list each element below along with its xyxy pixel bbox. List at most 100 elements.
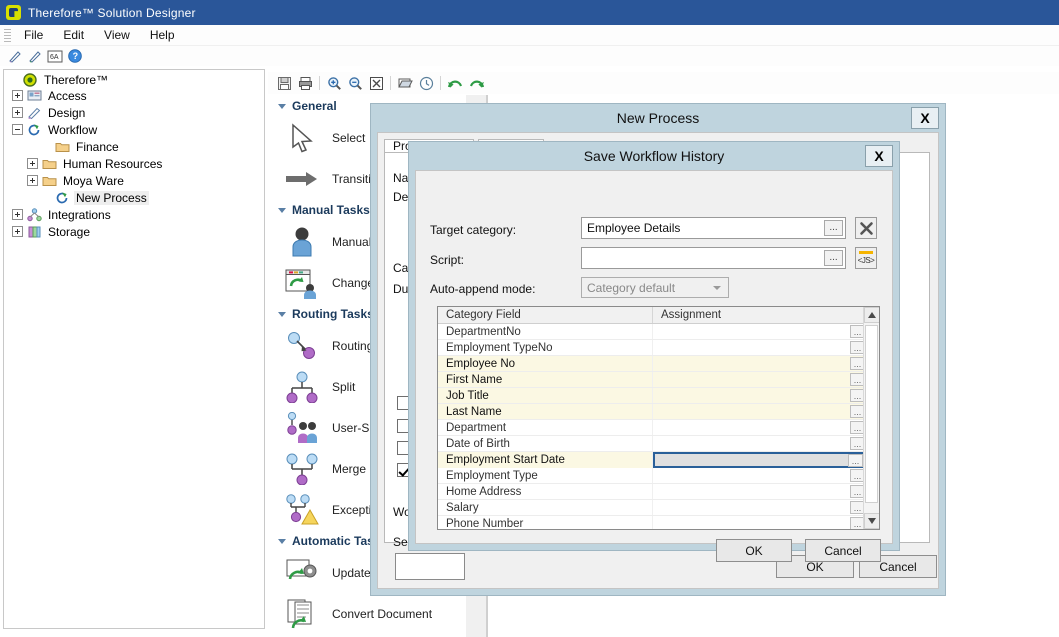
target-category-input[interactable]: Employee Details ... — [581, 217, 846, 239]
table-row[interactable]: First Name ... — [438, 372, 879, 388]
grid-cell-assignment[interactable]: ... — [653, 340, 879, 355]
grid-cell-assignment[interactable]: ... — [653, 324, 879, 339]
tree-item-design[interactable]: Design — [4, 104, 264, 121]
access-icon — [26, 88, 42, 103]
close-icon[interactable]: X — [865, 145, 893, 167]
table-row[interactable]: Employment TypeNo ... — [438, 340, 879, 356]
menu-edit[interactable]: Edit — [53, 26, 94, 44]
ocr-icon[interactable]: 6A — [46, 48, 64, 64]
zoom-out-icon[interactable] — [346, 75, 364, 91]
tree-item-storage[interactable]: Storage — [4, 223, 264, 240]
page-designer-icon[interactable] — [6, 48, 24, 64]
grid-scrollbar[interactable] — [863, 307, 879, 529]
grid-cell-assignment[interactable]: ... — [653, 500, 879, 515]
table-row[interactable]: Job Title ... — [438, 388, 879, 404]
tree-label: Access — [46, 89, 89, 103]
table-row[interactable]: Employment Type ... — [438, 468, 879, 484]
workflow-designer-icon[interactable] — [26, 48, 44, 64]
tree-label: Therefore™ — [42, 73, 110, 87]
expander-plus-icon[interactable] — [12, 209, 23, 220]
table-row[interactable]: Home Address ... — [438, 484, 879, 500]
scroll-thumb[interactable] — [865, 325, 878, 503]
table-row[interactable]: Employee No ... — [438, 356, 879, 372]
script-browse-button[interactable]: ... — [824, 250, 843, 266]
help-icon[interactable]: ? — [66, 48, 84, 64]
chevron-down-icon — [278, 312, 286, 317]
clock-icon[interactable] — [417, 75, 435, 91]
tree-item-access[interactable]: Access — [4, 87, 264, 104]
target-category-browse-button[interactable]: ... — [824, 220, 843, 236]
menu-grip-icon[interactable] — [4, 29, 11, 42]
table-row[interactable]: Department ... — [438, 420, 879, 436]
grid-cell-assignment[interactable]: ... — [653, 404, 879, 419]
navigation-tree[interactable]: Therefore™ Access Design Workflow Financ… — [3, 69, 265, 629]
print-icon[interactable] — [296, 75, 314, 91]
scroll-down-icon[interactable] — [864, 513, 880, 529]
grid-cell-field: Last Name — [438, 404, 653, 419]
redo-icon[interactable] — [467, 75, 485, 91]
split-icon — [282, 369, 322, 405]
tree-label: Moya Ware — [61, 174, 126, 188]
auto-append-mode-select[interactable]: Category default — [581, 277, 729, 298]
table-row[interactable]: Employment Start Date ... — [438, 452, 879, 468]
expander-plus-icon[interactable] — [27, 175, 38, 186]
save-workflow-ok-button[interactable]: OK — [716, 539, 792, 562]
save-workflow-cancel-button[interactable]: Cancel — [805, 539, 881, 562]
expander-plus-icon[interactable] — [12, 90, 23, 101]
person-icon — [282, 224, 322, 260]
target-category-value: Employee Details — [587, 221, 680, 235]
grid-cell-assignment[interactable]: ... — [653, 484, 879, 499]
therefore-logo-icon — [6, 5, 21, 20]
fit-to-screen-icon[interactable] — [367, 75, 385, 91]
assignment-browse-button[interactable]: ... — [848, 454, 863, 467]
save-icon[interactable] — [275, 75, 293, 91]
tree-item-finance[interactable]: Finance — [4, 138, 264, 155]
table-row[interactable]: DepartmentNo ... — [438, 324, 879, 340]
table-row[interactable]: Phone Number ... — [438, 516, 879, 530]
grid-cell-assignment[interactable]: ... — [653, 516, 879, 530]
toolbox-item-label: Convert Document — [332, 607, 432, 621]
tree-label: Human Resources — [61, 157, 164, 171]
integrations-icon — [26, 207, 42, 222]
grid-cell-assignment-selected[interactable]: ... — [653, 452, 879, 468]
table-row[interactable]: Salary ... — [438, 500, 879, 516]
tree-label: Workflow — [46, 123, 99, 137]
zoom-in-icon[interactable] — [325, 75, 343, 91]
tree-item-therefore[interactable]: Therefore™ — [4, 70, 264, 87]
np-field-send[interactable] — [395, 553, 465, 580]
tree-item-human-resources[interactable]: Human Resources — [4, 155, 264, 172]
js-script-icon[interactable]: <JS> — [855, 247, 877, 269]
grid-cell-assignment[interactable]: ... — [653, 420, 879, 435]
toolbox-item-convert-document[interactable]: Convert Document — [270, 593, 481, 634]
tree-item-moya-ware[interactable]: Moya Ware — [4, 172, 264, 189]
grid-cell-field: Employee No — [438, 356, 653, 371]
expander-minus-icon[interactable] — [12, 124, 23, 135]
grid-cell-assignment[interactable]: ... — [653, 388, 879, 403]
scroll-up-icon[interactable] — [864, 307, 880, 323]
expander-plus-icon[interactable] — [12, 107, 23, 118]
table-row[interactable]: Last Name ... — [438, 404, 879, 420]
menu-view[interactable]: View — [94, 26, 140, 44]
grid-cell-field: Salary — [438, 500, 653, 515]
new-process-title: New Process — [617, 110, 699, 126]
clear-x-icon[interactable] — [855, 217, 877, 239]
expander-plus-icon[interactable] — [27, 158, 38, 169]
close-icon[interactable]: X — [911, 107, 939, 129]
grid-cell-assignment[interactable]: ... — [653, 356, 879, 371]
table-row[interactable]: Date of Birth ... — [438, 436, 879, 452]
tree-item-workflow[interactable]: Workflow — [4, 121, 264, 138]
undo-icon[interactable] — [446, 75, 464, 91]
target-category-label: Target category: — [430, 223, 516, 237]
expander-plus-icon[interactable] — [12, 226, 23, 237]
save-workflow-history-dialog[interactable]: Save Workflow History X Target category:… — [408, 141, 900, 551]
grid-cell-assignment[interactable]: ... — [653, 436, 879, 451]
grid-cell-assignment[interactable]: ... — [653, 468, 879, 483]
open-folder-icon[interactable] — [396, 75, 414, 91]
tree-item-integrations[interactable]: Integrations — [4, 206, 264, 223]
menu-help[interactable]: Help — [140, 26, 185, 44]
menu-file[interactable]: File — [14, 26, 53, 44]
script-input[interactable]: ... — [581, 247, 846, 269]
grid-cell-assignment[interactable]: ... — [653, 372, 879, 387]
tree-item-new-process[interactable]: New Process — [4, 189, 264, 206]
category-field-grid[interactable]: Category Field Assignment DepartmentNo .… — [437, 306, 880, 530]
